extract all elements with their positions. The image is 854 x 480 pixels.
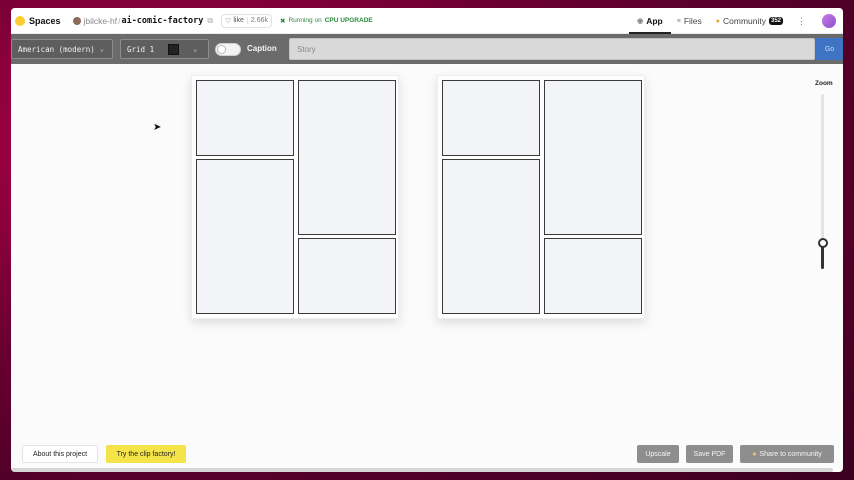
style-select-value: American (modern) <box>18 44 95 54</box>
comic-panel[interactable] <box>298 238 396 314</box>
clip-factory-button[interactable]: Try the clip factory! <box>106 445 186 463</box>
zoom-label: Zoom <box>815 80 833 87</box>
files-icon: ≡ <box>676 17 681 25</box>
tab-community[interactable]: ● Community 352 <box>716 8 783 34</box>
comic-panel[interactable] <box>196 159 294 314</box>
owner-avatar <box>72 16 81 25</box>
caption-toggle[interactable] <box>215 43 241 56</box>
running-status[interactable]: ✖ Running on CPU UPGRADE <box>280 17 373 25</box>
comic-toolbar: American (modern) ⌄ Grid 1 ⌄ Caption Sto… <box>11 34 843 64</box>
clip-label: Try the clip factory! <box>116 450 176 458</box>
copy-icon[interactable]: ⧉ <box>207 16 213 26</box>
heart-icon: ♡ <box>225 17 232 25</box>
share-community-button[interactable]: ● Share to community <box>740 445 834 463</box>
breadcrumb-separator: / <box>118 15 121 26</box>
cursor-icon: ➤ <box>153 122 162 133</box>
app-icon: ◉ <box>637 18 644 25</box>
comic-panel[interactable] <box>544 80 642 235</box>
go-label: Go <box>824 45 835 53</box>
caption-toggle-knob <box>217 45 226 54</box>
comic-panel[interactable] <box>544 238 642 314</box>
tab-app-label: App <box>646 16 663 26</box>
tab-app[interactable]: ◉ App <box>629 8 671 34</box>
upscale-label: Upscale <box>645 450 671 458</box>
kebab-icon[interactable]: ⋮ <box>797 16 806 27</box>
caption-label: Caption <box>247 44 277 53</box>
status-prefix: Running on <box>288 17 322 24</box>
comic-page <box>437 75 645 319</box>
community-icon: ● <box>715 17 720 25</box>
style-select[interactable]: American (modern) ⌄ <box>11 39 113 59</box>
layout-select-value: Grid 1 <box>127 44 155 54</box>
about-project-button[interactable]: About this project <box>22 445 98 463</box>
tab-files[interactable]: ≡ Files <box>677 8 702 34</box>
hf-header: Spaces jbilcke-hf / ai-comic-factory ⧉ ♡… <box>11 8 843 34</box>
comic-panel[interactable] <box>298 80 396 235</box>
comic-panel[interactable] <box>196 80 294 156</box>
community-badge: 352 <box>768 17 783 25</box>
save-pdf-button[interactable]: Save PDF <box>686 445 733 463</box>
story-placeholder: Story <box>297 44 316 54</box>
comic-page <box>191 75 399 319</box>
comic-panel[interactable] <box>442 80 540 156</box>
like-count: 2.66k <box>246 17 271 24</box>
like-label: like <box>233 17 244 24</box>
story-input[interactable]: Story <box>289 38 815 60</box>
upscale-button[interactable]: Upscale <box>637 445 679 463</box>
tab-community-label: Community <box>723 16 766 26</box>
hf-emoji-icon <box>15 15 25 26</box>
running-icon: ✖ <box>279 17 286 25</box>
comic-panel[interactable] <box>442 159 540 314</box>
status-hardware: CPU UPGRADE <box>324 17 373 24</box>
share-label: Share to community <box>759 450 822 458</box>
user-avatar[interactable] <box>822 14 836 28</box>
space-nav: ◉ App ≡ Files ● Community 352 ⋮ <box>629 8 843 34</box>
repo-breadcrumb: jbilcke-hf / ai-comic-factory ⧉ <box>72 15 213 26</box>
like-button[interactable]: ♡ like 2.66k <box>221 13 272 28</box>
app-window: Spaces jbilcke-hf / ai-comic-factory ⧉ ♡… <box>11 8 843 472</box>
chevron-down-icon: ⌄ <box>99 45 104 53</box>
about-label: About this project <box>32 450 88 458</box>
chevron-down-icon: ⌄ <box>193 45 198 53</box>
go-button[interactable]: Go <box>816 38 843 60</box>
share-icon: ● <box>752 450 757 458</box>
zoom-slider-handle[interactable] <box>818 238 828 248</box>
save-pdf-label: Save PDF <box>693 450 726 458</box>
owner-link[interactable]: jbilcke-hf <box>84 16 118 26</box>
tab-files-label: Files <box>683 16 702 26</box>
spaces-label: Spaces <box>29 15 61 26</box>
comic-canvas: Zoom ➤ About this project Try the clip f… <box>11 64 843 472</box>
layout-select[interactable]: Grid 1 ⌄ <box>120 39 209 59</box>
spaces-link[interactable]: Spaces <box>15 15 61 26</box>
horizontal-scrollbar[interactable] <box>11 468 833 472</box>
repo-name-link[interactable]: ai-comic-factory <box>121 16 203 26</box>
layout-thumbnail-icon <box>168 43 180 55</box>
